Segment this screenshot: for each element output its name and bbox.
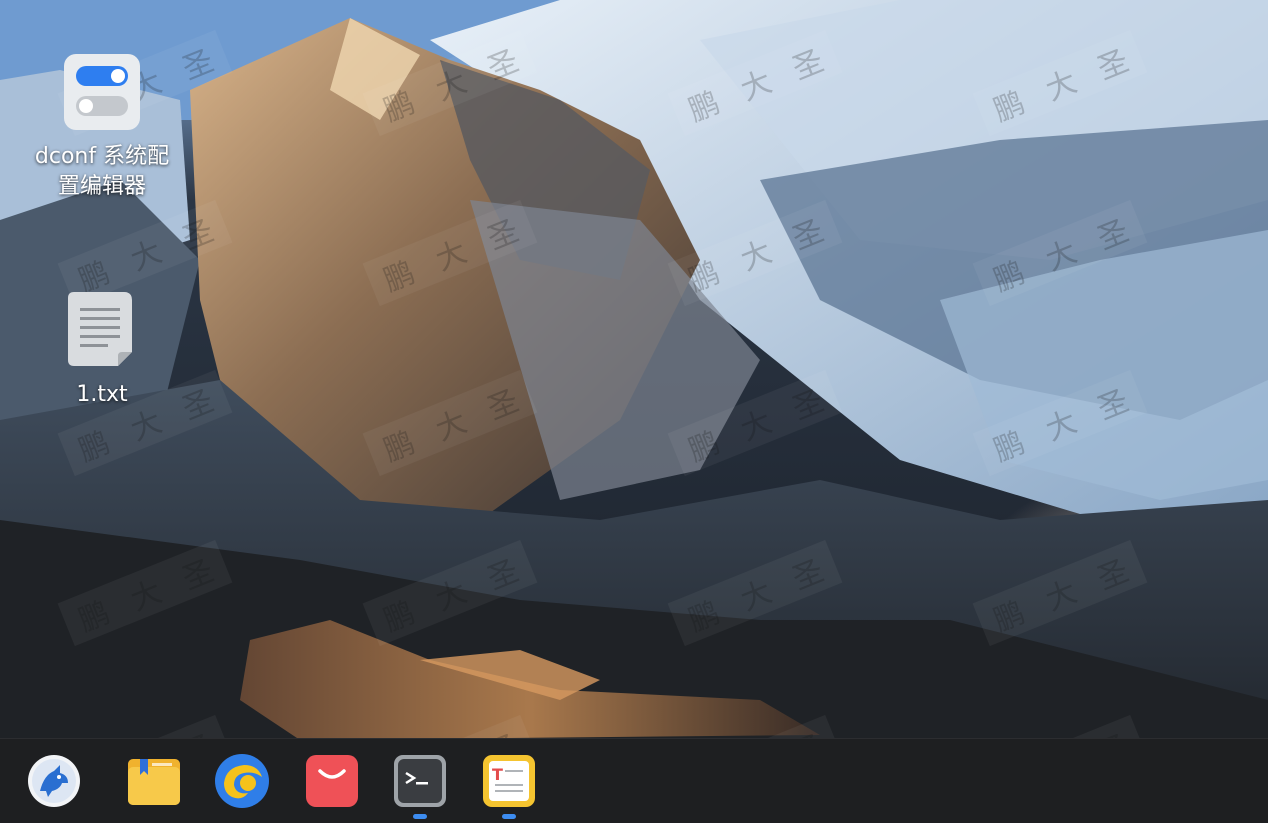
terminal-icon <box>394 755 446 807</box>
taskbar: T <box>0 738 1268 823</box>
file-manager-icon <box>128 759 180 805</box>
dock-item-file-manager[interactable] <box>126 753 182 809</box>
dock-item-app-store[interactable] <box>304 753 360 809</box>
desktop-icon-text-file[interactable]: 1.txt <box>22 290 182 410</box>
app-store-icon <box>306 755 358 807</box>
start-menu-icon <box>28 755 80 807</box>
svg-text:T: T <box>492 765 503 784</box>
desktop-icon-label: 1.txt <box>76 382 128 407</box>
desktop[interactable]: 鹏大圣鹏大圣鹏大圣鹏大圣鹏大圣鹏大圣鹏大圣鹏大圣鹏大圣鹏大圣鹏大圣鹏大圣鹏大圣鹏… <box>0 0 1268 823</box>
desktop-icon-label: dconf 系统配置编辑器 <box>34 144 170 199</box>
dock-item-browser[interactable] <box>214 753 270 809</box>
desktop-icon-dconf-editor[interactable]: dconf 系统配置编辑器 <box>22 52 182 202</box>
running-indicator <box>502 814 516 819</box>
browser-icon <box>215 754 269 808</box>
running-indicator <box>413 814 427 819</box>
text-editor-icon: T <box>483 755 535 807</box>
wallpaper <box>0 0 1268 740</box>
dock-item-start-menu[interactable] <box>26 753 82 809</box>
dock-item-text-editor[interactable]: T <box>481 753 537 819</box>
dconf-editor-icon <box>62 52 142 132</box>
dock-item-terminal[interactable] <box>392 753 448 819</box>
text-file-icon <box>62 290 142 370</box>
